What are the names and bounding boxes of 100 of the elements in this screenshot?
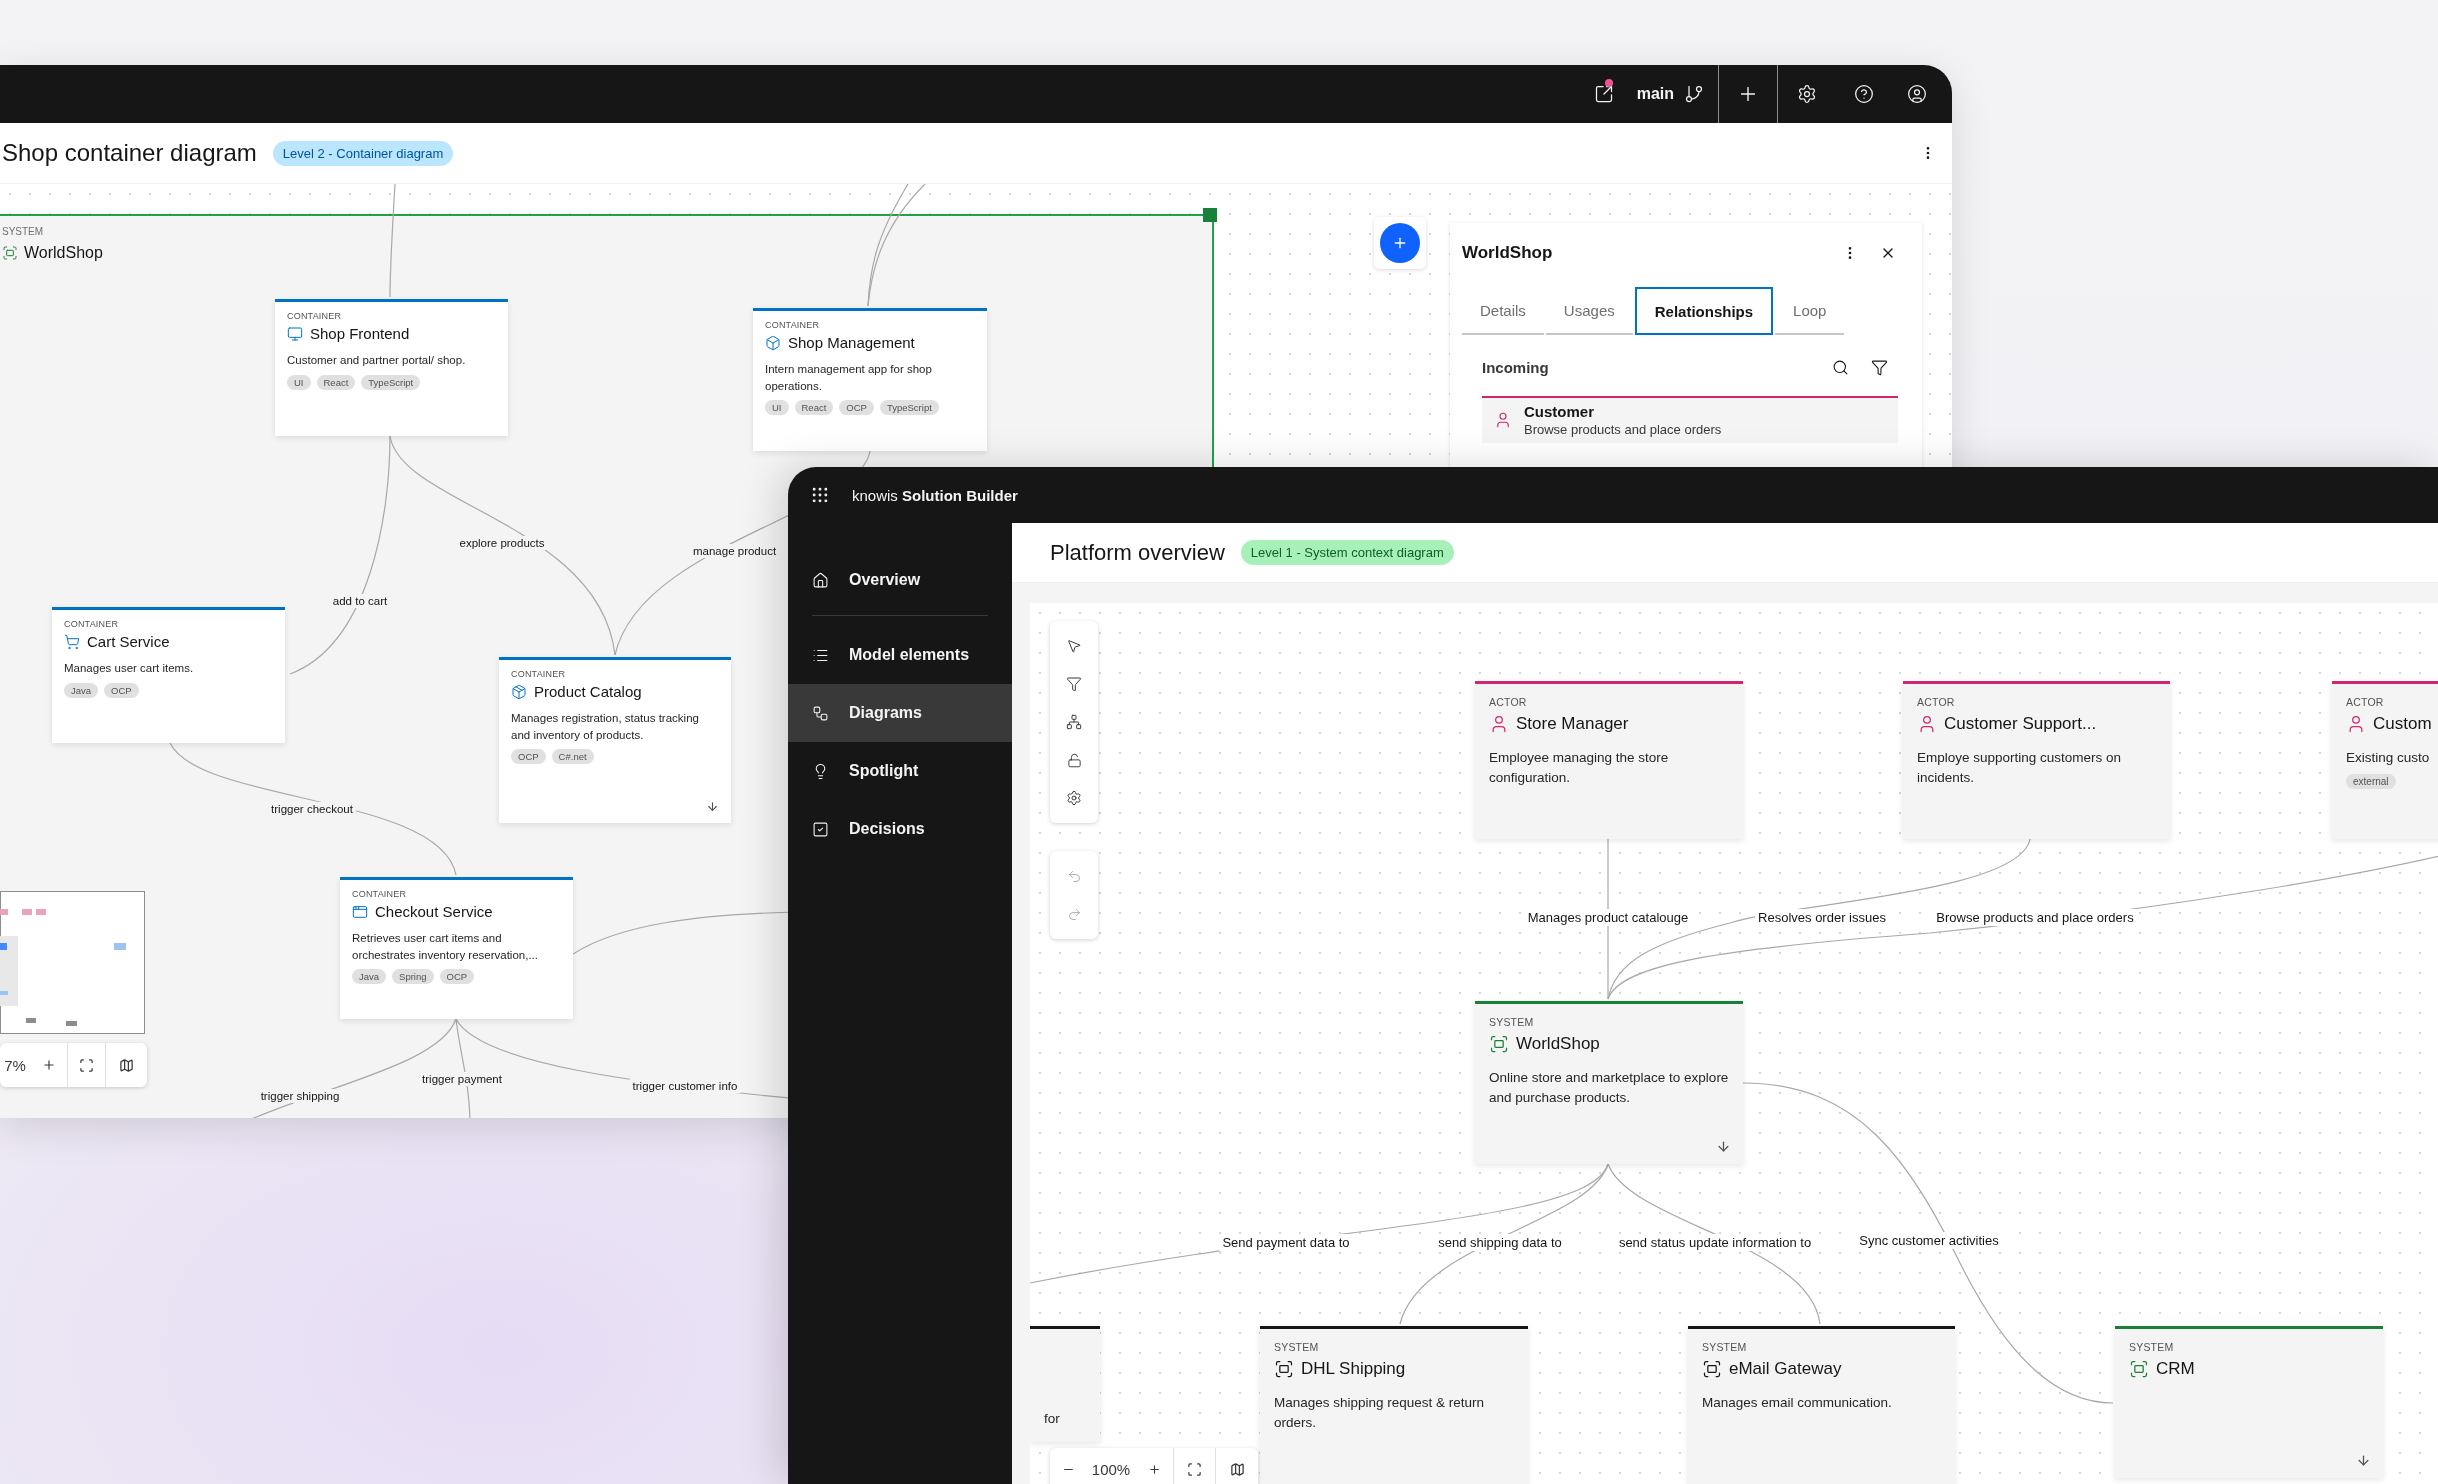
node-type: SYSTEM — [1702, 1341, 1747, 1353]
unlock-icon[interactable] — [1066, 752, 1082, 768]
filter-icon[interactable] — [1066, 676, 1082, 692]
relationship-description: Browse products and place orders — [1524, 422, 1722, 437]
help-icon[interactable] — [1853, 84, 1874, 104]
share-icon[interactable] — [1593, 84, 1614, 104]
sidebar-item[interactable]: Overview — [788, 551, 1012, 609]
tech-tag: UI — [765, 400, 789, 416]
diagram-title: Platform overview — [1050, 539, 1225, 566]
tech-tag: Java — [64, 682, 99, 698]
edge-label: send shipping data to — [1435, 1234, 1565, 1251]
node-type: ACTOR — [2346, 696, 2384, 708]
tech-tag: C#.net — [551, 749, 594, 765]
branch-icon — [1684, 84, 1704, 104]
node-card[interactable]: CONTAINER Cart Service Manages user cart items. Java OCP — [52, 607, 285, 743]
app-menu-icon[interactable] — [810, 485, 830, 505]
edge-label: Sync customer activities — [1856, 1232, 2002, 1249]
node-card[interactable]: CONTAINER Shop Management Intern management app for shop operations. UI React OCP TypeScript — [753, 308, 987, 451]
map-icon[interactable] — [1229, 1461, 1245, 1477]
boundary-type: SYSTEM — [2, 226, 44, 237]
fit-view-icon[interactable] — [1187, 1461, 1202, 1477]
tech-tag: React — [794, 400, 834, 416]
node-description: Retrieves user cart items and orchestrates inventory reservation,... — [352, 931, 539, 963]
node-name: Custom — [2373, 714, 2432, 734]
tech-tag: Java — [352, 969, 387, 985]
node-description: Online store and marketplace to explore and purchase products. — [1489, 1069, 1729, 1107]
tech-tag: OCP — [511, 749, 546, 765]
node-card[interactable]: SYSTEM DHL Shipping Manages shipping request & return orders. — [1260, 1326, 1528, 1484]
home-icon — [812, 571, 829, 589]
node-card[interactable]: ACTOR Custom Existing custo external — [2332, 681, 2438, 839]
zoom-in-icon[interactable] — [1148, 1462, 1161, 1476]
node-description: Manages email communication. — [1702, 1394, 1892, 1412]
node-name: eMail Gateway — [1729, 1359, 1842, 1379]
container-icon — [64, 633, 80, 650]
resize-handle[interactable] — [1203, 208, 1217, 222]
node-card[interactable]: CONTAINER Checkout Service Retrieves user cart items and orchestrates inventory reservation,... Java Spring OCP — [340, 877, 573, 1019]
checkbox-icon — [812, 820, 829, 838]
node-name: CRM — [2156, 1359, 2195, 1379]
fit-view-icon[interactable] — [79, 1057, 94, 1073]
relationship-item[interactable]: Customer Browse products and place orders — [1482, 396, 1898, 443]
expand-icon[interactable] — [706, 800, 719, 813]
minimap[interactable] — [0, 891, 145, 1034]
system-icon — [1489, 1034, 1509, 1054]
node-name: Shop Management — [788, 334, 915, 351]
sidebar-item[interactable]: Model elements — [788, 626, 1012, 684]
pointer-icon[interactable] — [1066, 638, 1082, 654]
node-description: Intern management app for shop operations. — [765, 362, 933, 394]
system-icon — [2, 245, 18, 261]
node-card[interactable]: ACTOR Store Manager Employee managing the store configuration. — [1475, 681, 1743, 839]
zoom-level: 100% — [1090, 1460, 1132, 1478]
container-icon — [765, 334, 781, 351]
node-card[interactable]: SYSTEM WorldShop Online store and marketplace to explore and purchase products. — [1475, 1001, 1743, 1164]
relationship-name: Customer — [1524, 403, 1595, 420]
expand-icon[interactable] — [1716, 1139, 1731, 1154]
tech-tag: React — [316, 374, 356, 390]
node-type: CONTAINER — [352, 889, 407, 899]
node-card[interactable]: CONTAINER Product Catalog Manages registration, status tracking and inventory of products. OCP C#.net — [499, 657, 731, 823]
node-description: Manages registration, status tracking and inventory of products. — [511, 711, 700, 743]
node-name: Customer Support... — [1944, 714, 2097, 734]
map-icon[interactable] — [118, 1057, 134, 1073]
container-icon — [511, 683, 527, 700]
person-icon — [1494, 411, 1512, 429]
section-title: Incoming — [1482, 359, 1549, 376]
expand-icon[interactable] — [2356, 1453, 2371, 1468]
plus-icon — [1392, 235, 1408, 251]
level-badge: Level 1 - System context diagram — [1240, 540, 1454, 565]
hierarchy-icon[interactable] — [1066, 714, 1082, 730]
sidebar-item[interactable]: Decisions — [788, 800, 1012, 858]
boundary-name: WorldShop — [24, 244, 103, 262]
node-card[interactable]: for — [1030, 1326, 1100, 1442]
diagram-title: Shop container diagram — [2, 139, 257, 167]
settings-icon[interactable] — [1796, 84, 1817, 104]
system-icon — [1274, 1359, 1294, 1379]
node-type: CONTAINER — [64, 619, 119, 629]
node-description: Customer and partner portal/ shop. — [287, 353, 466, 368]
node-card[interactable]: ACTOR Customer Support... Employe supporting customers on incidents. — [1903, 681, 2170, 839]
panel-tab[interactable]: Relationships — [1634, 287, 1774, 335]
tech-tag: OCP — [839, 400, 874, 416]
sidebar-item[interactable]: Diagrams — [788, 684, 1012, 742]
branch-button[interactable]: main — [1628, 65, 1718, 123]
node-type: SYSTEM — [1489, 1016, 1534, 1028]
container-icon — [352, 903, 368, 920]
level-badge: Level 2 - Container diagram — [272, 140, 454, 166]
zoom-level: 7% — [3, 1056, 27, 1074]
add-button[interactable] — [1380, 223, 1420, 263]
node-card[interactable]: CONTAINER Shop Frontend Customer and partner portal/ shop. UI React TypeScript — [275, 299, 508, 436]
node-description: Manages shipping request & return orders. — [1274, 1394, 1486, 1432]
node-card[interactable]: SYSTEM CRM — [2115, 1326, 2383, 1478]
edge-label: trigger checkout — [268, 802, 356, 816]
sidebar-item[interactable]: Spotlight — [788, 742, 1012, 800]
filter-icon[interactable] — [1871, 359, 1888, 376]
user-icon[interactable] — [1907, 84, 1927, 104]
tech-tag: OCP — [104, 682, 139, 698]
node-name: Store Manager — [1516, 714, 1629, 734]
node-type: SYSTEM — [1274, 1341, 1319, 1353]
node-card[interactable]: SYSTEM eMail Gateway Manages email communication. — [1688, 1326, 1955, 1484]
node-name: Checkout Service — [375, 903, 493, 920]
tech-tag: UI — [287, 374, 311, 390]
search-icon[interactable] — [1832, 359, 1849, 376]
settings-icon[interactable] — [1066, 790, 1082, 806]
